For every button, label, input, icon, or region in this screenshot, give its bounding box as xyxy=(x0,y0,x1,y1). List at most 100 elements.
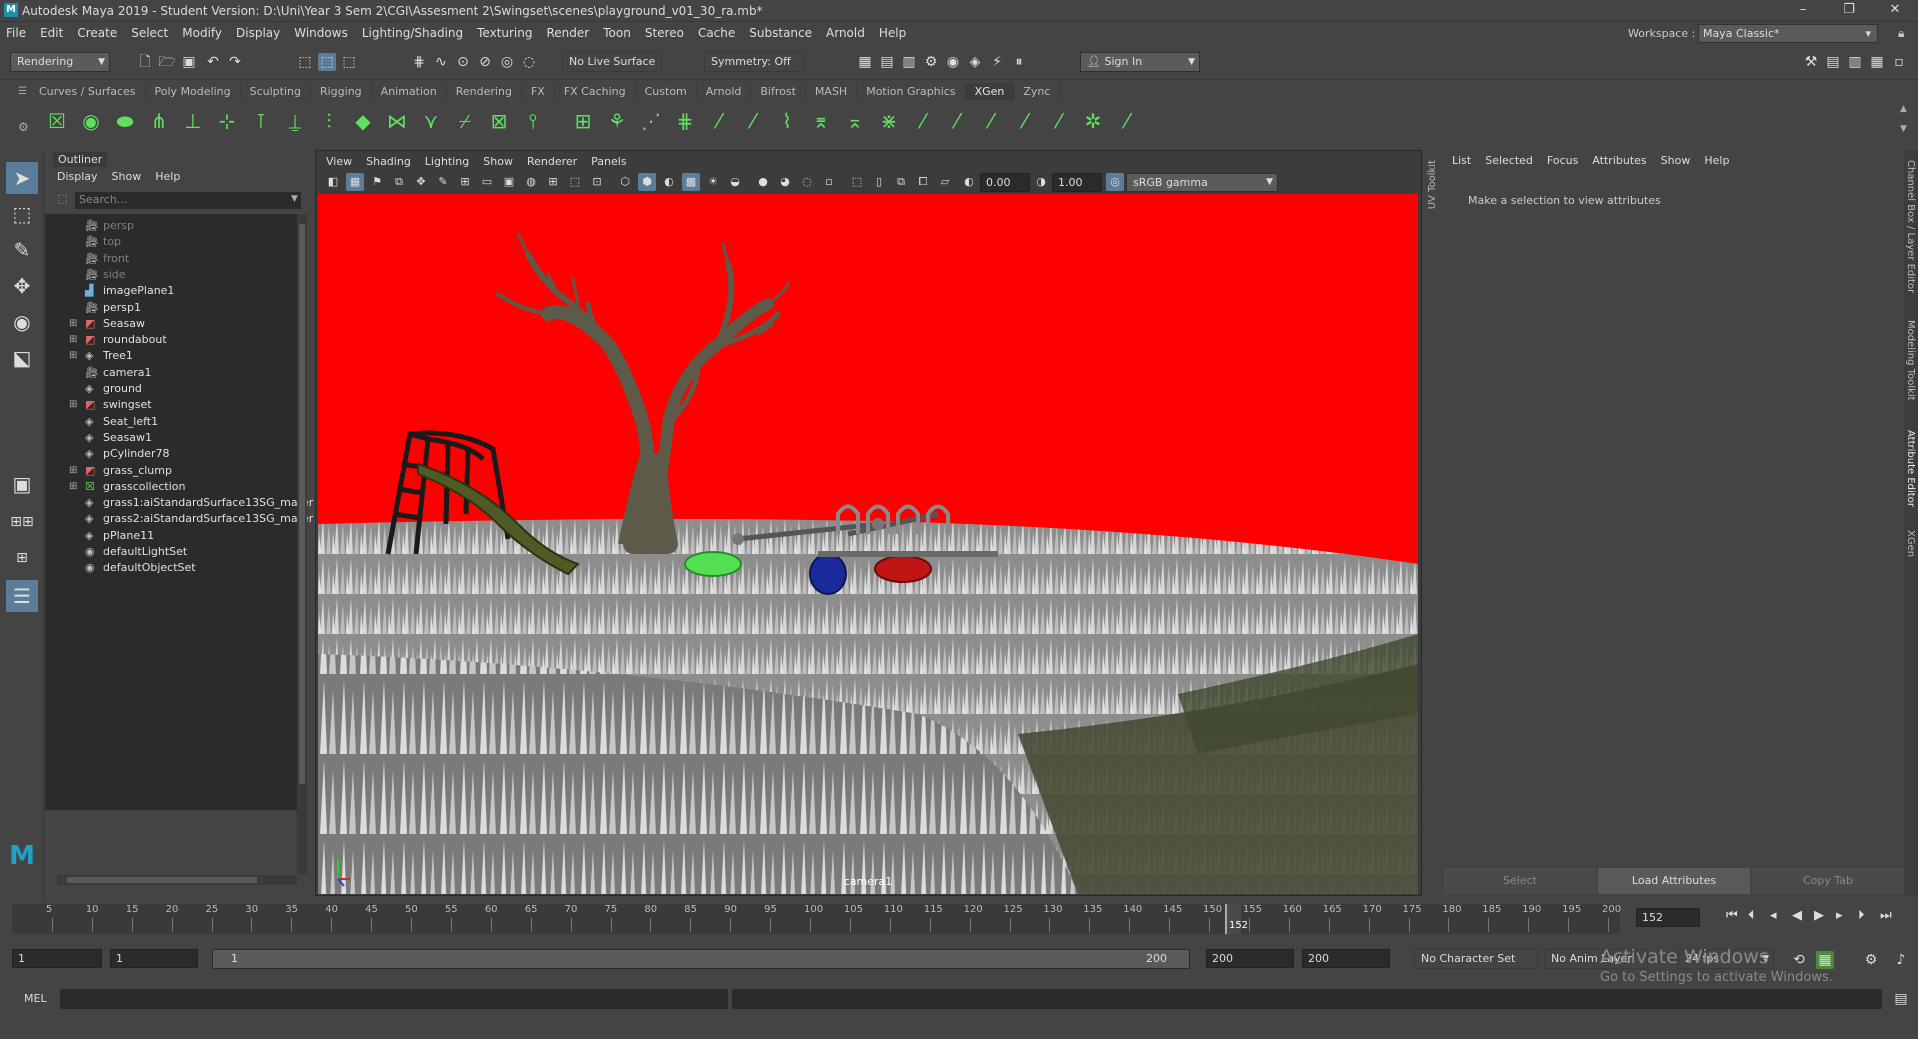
mel-label[interactable]: MEL xyxy=(24,992,47,1005)
step-forward-frame-icon[interactable]: ▸ xyxy=(1836,908,1843,923)
redo-icon[interactable]: ↷ xyxy=(226,53,244,71)
two-view-icon[interactable]: ⊞ xyxy=(6,542,38,574)
exposure-icon[interactable]: ◐ xyxy=(960,173,978,191)
modeling-toolkit-tab[interactable]: Modeling Toolkit xyxy=(1905,320,1916,401)
arnold-render-icon[interactable]: ◈ xyxy=(966,53,984,71)
select-tool-icon[interactable]: ➤ xyxy=(6,162,38,194)
xgen-noise-icon[interactable]: ⋰ xyxy=(638,108,664,134)
outliner-layout-icon[interactable]: ☰ xyxy=(6,580,38,612)
end-frame-field[interactable]: 200 xyxy=(1302,949,1390,968)
xray-active-icon[interactable]: ⧠ xyxy=(914,173,932,191)
menu-display[interactable]: Display xyxy=(236,26,280,40)
xgen-move-guide-icon[interactable]: ⊹ xyxy=(214,108,240,134)
copy-tab-button[interactable]: Copy Tab xyxy=(1752,868,1904,894)
chevron-down-icon[interactable]: ▼ xyxy=(291,194,298,204)
shelf-tab-mash[interactable]: MASH xyxy=(806,83,858,100)
shelf-tab-rendering[interactable]: Rendering xyxy=(447,83,522,100)
gamma-icon[interactable]: ◑ xyxy=(1032,173,1050,191)
attribute-menu-focus[interactable]: Focus xyxy=(1547,154,1578,167)
shelf-tab-arnold[interactable]: Arnold xyxy=(697,83,752,100)
outliner-menu-display[interactable]: Display xyxy=(57,170,98,183)
search-input[interactable]: Search... xyxy=(75,192,301,209)
undo-icon[interactable]: ↶ xyxy=(204,53,222,71)
menu-create[interactable]: Create xyxy=(77,26,117,40)
menu-cache[interactable]: Cache xyxy=(698,26,735,40)
xgen-import-icon[interactable]: ⬬ xyxy=(112,108,138,134)
start-frame-field[interactable]: 1 xyxy=(12,949,102,968)
hypershade-icon[interactable]: ◉ xyxy=(944,53,962,71)
shelf-tab-xgen[interactable]: XGen xyxy=(965,83,1015,100)
snap-view-icon[interactable]: ⊘ xyxy=(476,53,494,71)
tool-settings-icon[interactable]: ▥ xyxy=(1846,53,1864,71)
paint-select-icon[interactable]: ✎ xyxy=(6,234,38,266)
select-hierarchy-icon[interactable]: ⬚ xyxy=(296,53,314,71)
shadows-icon[interactable]: ◒ xyxy=(726,173,744,191)
pause-ipr-icon[interactable]: ⏸ xyxy=(1010,53,1028,71)
safe-action-icon[interactable]: ⬚ xyxy=(566,173,584,191)
gamma-field[interactable]: 1.00 xyxy=(1052,173,1102,192)
loop-icon[interactable]: ⟲ xyxy=(1790,951,1808,969)
viewport-menu-panels[interactable]: Panels xyxy=(591,155,626,168)
scale-tool-icon[interactable]: ⬕ xyxy=(6,342,38,374)
snap-curve-icon[interactable]: ∿ xyxy=(432,53,450,71)
xgen-attract-icon[interactable]: ⋇ xyxy=(876,108,902,134)
auto-key-icon[interactable]: ▦ xyxy=(1816,951,1834,969)
image-plane-icon[interactable]: ⧉ xyxy=(390,173,408,191)
color-management-icon[interactable]: ◎ xyxy=(1106,173,1124,191)
xgen-clump-icon[interactable]: ⊞ xyxy=(570,108,596,134)
resolution-gate-icon[interactable]: ▣ xyxy=(500,173,518,191)
depth-of-field-icon[interactable]: ▫ xyxy=(820,173,838,191)
anti-aliasing-icon[interactable]: ◌ xyxy=(798,173,816,191)
menu-modify[interactable]: Modify xyxy=(182,26,222,40)
snap-point-icon[interactable]: ⊙ xyxy=(454,53,472,71)
step-back-key-icon[interactable]: ⏴ xyxy=(1748,908,1755,923)
attribute-menu-help[interactable]: Help xyxy=(1704,154,1729,167)
play-backward-icon[interactable]: ◀ xyxy=(1792,908,1802,923)
shelf-tab-sculpting[interactable]: Sculpting xyxy=(241,83,311,100)
render-frame-icon[interactable]: ▤ xyxy=(878,53,896,71)
color-space-select[interactable]: sRGB gamma ▼ xyxy=(1126,173,1278,192)
safe-title-icon[interactable]: ⊡ xyxy=(588,173,606,191)
bookmark-icon[interactable]: ⚑ xyxy=(368,173,386,191)
minimize-button[interactable]: – xyxy=(1780,0,1826,22)
new-scene-icon[interactable]: 🗋 xyxy=(136,53,154,71)
lasso-tool-icon[interactable]: ⬚ xyxy=(6,198,38,230)
modeling-toolkit-icon[interactable]: ⚒ xyxy=(1802,53,1820,71)
shelf-tab-custom[interactable]: Custom xyxy=(636,83,697,100)
menu-stereo[interactable]: Stereo xyxy=(645,26,684,40)
menu-lighting-shading[interactable]: Lighting/Shading xyxy=(362,26,463,40)
four-view-icon[interactable]: ⊞⊞ xyxy=(6,506,38,538)
select-object-icon[interactable]: ⬚ xyxy=(318,53,336,71)
xgen-place-guides-icon[interactable]: ⋔ xyxy=(146,108,172,134)
open-scene-icon[interactable]: 🗁 xyxy=(158,53,176,71)
command-input[interactable] xyxy=(60,989,728,1009)
outliner-tab[interactable]: Outliner xyxy=(53,152,108,167)
camera-select-icon[interactable]: ◧ xyxy=(324,173,342,191)
shelf-scroll-up-icon[interactable]: ▲ xyxy=(1900,104,1907,114)
menu-edit[interactable]: Edit xyxy=(40,26,63,40)
menu-help[interactable]: Help xyxy=(879,26,906,40)
anim-end-field[interactable]: 200 xyxy=(1206,949,1294,968)
animation-prefs-icon[interactable]: ⚙ xyxy=(1862,951,1880,969)
xgen-width-icon[interactable]: ⁄ xyxy=(978,108,1004,134)
select-component-icon[interactable]: ⬚ xyxy=(340,53,358,71)
textured-icon[interactable]: ▩ xyxy=(682,173,700,191)
exposure-field[interactable]: 0.00 xyxy=(980,173,1030,192)
outliner-menu-show[interactable]: Show xyxy=(112,170,142,183)
channel-box-tab[interactable]: Channel Box / Layer Editor xyxy=(1905,160,1916,293)
menu-render[interactable]: Render xyxy=(547,26,590,40)
move-tool-icon[interactable]: ✥ xyxy=(6,270,38,302)
menuset-select[interactable]: Rendering ▼ xyxy=(10,52,110,72)
render-settings-icon[interactable]: ⚙ xyxy=(922,53,940,71)
isolate-select-icon[interactable]: ⬚ xyxy=(848,173,866,191)
range-slider[interactable]: 1 200 xyxy=(212,949,1190,969)
field-chart-icon[interactable]: ⊞ xyxy=(544,173,562,191)
viewport-menu-show[interactable]: Show xyxy=(483,155,513,168)
xgen-comb-icon[interactable]: ⫶ xyxy=(316,108,342,134)
shelf-handle-icon[interactable]: ☰ xyxy=(18,86,27,97)
menu-toon[interactable]: Toon xyxy=(603,26,631,40)
go-to-start-icon[interactable]: ⏮ xyxy=(1726,908,1738,923)
xgen-freeze-icon[interactable]: ⁄ xyxy=(706,108,732,134)
outliner-hscrollbar[interactable] xyxy=(57,875,297,885)
xgen-layer-icon[interactable]: ◆ xyxy=(350,108,376,134)
